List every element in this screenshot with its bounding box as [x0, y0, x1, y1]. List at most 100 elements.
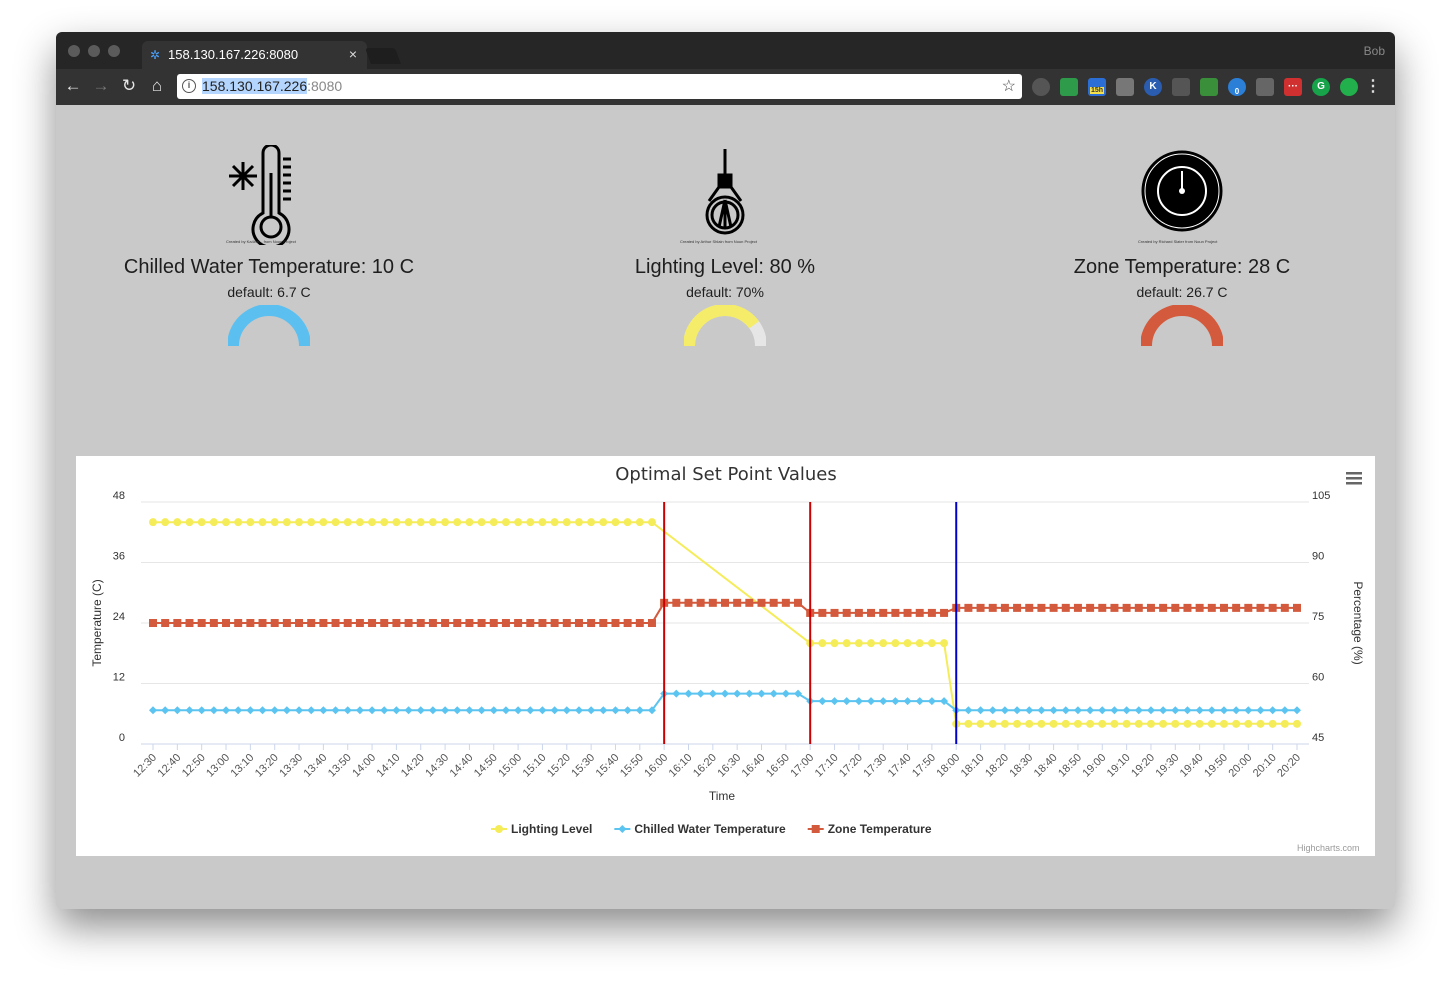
- data-point: [1146, 603, 1155, 612]
- cast-extension-icon[interactable]: [1172, 78, 1190, 96]
- data-point: [441, 619, 450, 627]
- address-bar[interactable]: i 158.130.167.226:8080 ☆: [177, 74, 1022, 99]
- chilled-water-gauge-arc: [228, 305, 310, 347]
- x-axis-title: Time: [709, 789, 736, 803]
- data-point: [781, 689, 790, 698]
- data-point: [1122, 706, 1131, 715]
- page-content: Created by Ka4ine... from Noun Project C…: [56, 105, 1395, 909]
- data-point: [1037, 603, 1046, 612]
- zone-temperature-default: default: 26.7 C: [1136, 284, 1228, 300]
- data-point: [867, 697, 876, 706]
- data-point: [587, 619, 596, 627]
- data-point: [404, 706, 413, 715]
- data-point: [526, 619, 535, 627]
- recycle-extension-icon[interactable]: [1256, 78, 1274, 96]
- data-point: [1244, 706, 1253, 715]
- data-point: [940, 639, 949, 648]
- grammarly-extension-icon[interactable]: G: [1312, 78, 1330, 96]
- x-tick-label: 18:50: [1056, 752, 1084, 780]
- data-point: [234, 619, 243, 627]
- icon-credit: Created by Richard Slater from Noun Proj…: [1138, 239, 1218, 244]
- light-bulb-icon: [705, 149, 745, 235]
- browser-tab[interactable]: ✲ 158.130.167.226:8080 ×: [142, 41, 367, 69]
- data-point: [927, 697, 936, 706]
- site-info-icon[interactable]: i: [182, 79, 196, 93]
- x-tick-label: 20:00: [1226, 752, 1254, 780]
- data-point: [1171, 719, 1180, 728]
- data-point: [380, 619, 389, 627]
- browser-menu-icon[interactable]: ⋮: [1365, 76, 1381, 96]
- data-point: [964, 603, 973, 612]
- flag-extension-icon[interactable]: [1200, 78, 1218, 96]
- data-point: [295, 706, 304, 715]
- reload-icon[interactable]: ↻: [118, 75, 140, 97]
- data-point: [209, 706, 218, 715]
- calendar-extension-icon[interactable]: 15h: [1088, 78, 1106, 96]
- minimize-window-button[interactable]: [88, 45, 100, 57]
- data-point: [574, 518, 583, 527]
- x-tick-label: 19:10: [1105, 752, 1133, 780]
- data-point: [1171, 603, 1180, 612]
- data-point: [867, 639, 876, 648]
- data-point: [879, 608, 888, 617]
- data-point: [842, 608, 851, 617]
- chart-menu-icon: [1346, 477, 1362, 480]
- thermostat-dial-icon: [1141, 150, 1223, 232]
- maximize-window-button[interactable]: [108, 45, 120, 57]
- badge-extension-icon[interactable]: 0: [1228, 78, 1246, 96]
- data-point: [416, 518, 425, 527]
- data-point: [988, 603, 997, 612]
- data-point: [769, 689, 778, 698]
- x-tick-label: 12:50: [180, 752, 208, 780]
- data-point: [1110, 706, 1119, 715]
- grid-extension-icon[interactable]: [1060, 78, 1078, 96]
- data-point: [538, 619, 547, 627]
- data-point: [1037, 719, 1046, 728]
- evernote-extension-icon[interactable]: [1340, 78, 1358, 96]
- calculator-extension-icon[interactable]: [1116, 78, 1134, 96]
- data-point: [1086, 603, 1095, 612]
- lighting-label: Lighting Level: 80 %: [634, 256, 816, 278]
- x-tick-label: 19:50: [1202, 752, 1230, 780]
- data-point: [1122, 719, 1131, 728]
- data-point: [635, 706, 644, 715]
- data-point: [684, 598, 693, 607]
- bookmark-star-icon[interactable]: ☆: [1002, 76, 1016, 96]
- tab-close-icon[interactable]: ×: [349, 46, 357, 62]
- x-tick-label: 19:40: [1178, 752, 1206, 780]
- data-point: [1268, 603, 1277, 612]
- back-icon[interactable]: ←: [62, 75, 84, 97]
- data-point: [1122, 603, 1131, 612]
- forward-icon[interactable]: →: [90, 75, 112, 97]
- data-point: [988, 719, 997, 728]
- lastpass-extension-icon[interactable]: ···: [1284, 78, 1302, 96]
- data-point: [1183, 603, 1192, 612]
- data-point: [392, 619, 401, 627]
- y-tick-label: 12: [113, 672, 125, 684]
- legend-item: Zone Temperature: [828, 822, 932, 836]
- data-point: [879, 639, 888, 648]
- calendar-badge: 15h: [1089, 87, 1105, 94]
- y-right-tick-label: 60: [1312, 672, 1324, 684]
- x-tick-label: 18:00: [934, 752, 962, 780]
- home-icon[interactable]: ⌂: [146, 75, 168, 97]
- data-point: [1219, 719, 1228, 728]
- data-point: [574, 706, 583, 715]
- thermometer-snowflake-icon: [229, 145, 291, 245]
- data-point: [818, 697, 827, 706]
- k-extension-icon[interactable]: K: [1144, 78, 1162, 96]
- data-point: [477, 518, 486, 527]
- chart-menu-icon: [1346, 482, 1362, 485]
- data-point: [295, 619, 304, 627]
- data-point: [246, 619, 255, 627]
- data-point: [733, 598, 742, 607]
- new-tab-button[interactable]: [365, 48, 401, 64]
- url-text[interactable]: 158.130.167.226:8080: [202, 78, 342, 94]
- pocket-extension-icon[interactable]: [1032, 78, 1050, 96]
- x-tick-label: 19:30: [1153, 752, 1181, 780]
- x-tick-label: 18:20: [983, 752, 1011, 780]
- profile-name[interactable]: Bob: [1364, 44, 1385, 58]
- close-window-button[interactable]: [68, 45, 80, 57]
- data-point: [721, 689, 729, 698]
- data-point: [1098, 719, 1107, 728]
